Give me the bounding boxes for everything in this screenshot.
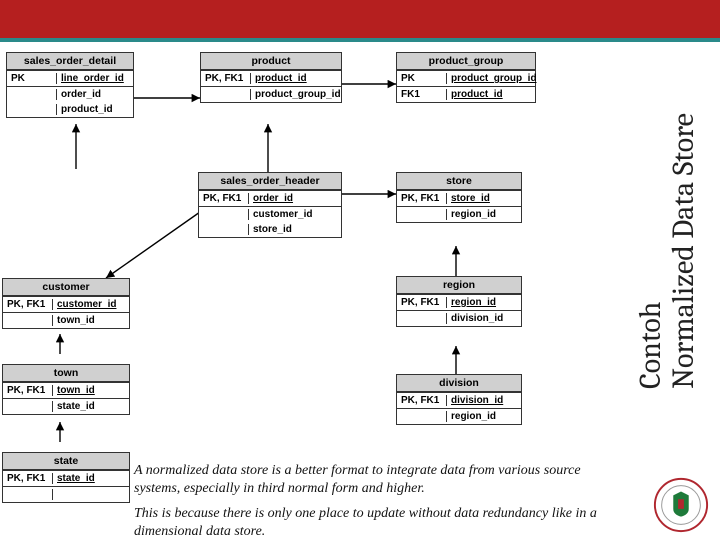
entity-store: store PK, FK1store_id region_id: [396, 172, 522, 223]
title-line2: Normalized Data Store: [666, 113, 701, 389]
entity-title: sales_order_header: [199, 173, 341, 190]
entity-title: division: [397, 375, 521, 392]
page-title: Contoh Normalized Data Store: [622, 44, 712, 458]
header-accent: [0, 38, 720, 42]
entity-title: town: [3, 365, 129, 382]
entity-title: customer: [3, 279, 129, 296]
entity-product-group: product_group PKproduct_group_id FK1prod…: [396, 52, 536, 103]
title-line1: Contoh: [633, 302, 668, 389]
entity-title: store: [397, 173, 521, 190]
entity-customer: customer PK, FK1customer_id town_id: [2, 278, 130, 329]
paragraph-1: A normalized data store is a better form…: [134, 462, 620, 497]
university-logo: [652, 476, 710, 534]
erd-diagram: sales_order_detail PKline_order_id order…: [0, 44, 618, 458]
entity-product: product PK, FK1product_id product_group_…: [200, 52, 342, 103]
entity-title: state: [3, 453, 129, 470]
entity-state: state PK, FK1state_id: [2, 452, 130, 503]
header-bar: [0, 0, 720, 38]
entity-title: sales_order_detail: [7, 53, 133, 70]
entity-sales-order-detail: sales_order_detail PKline_order_id order…: [6, 52, 134, 118]
entity-town: town PK, FK1town_id state_id: [2, 364, 130, 415]
entity-division: division PK, FK1division_id region_id: [396, 374, 522, 425]
entity-title: product_group: [397, 53, 535, 70]
entity-sales-order-header: sales_order_header PK, FK1order_id custo…: [198, 172, 342, 238]
entity-title: region: [397, 277, 521, 294]
ent<entity-region: region PK, FK1region_id division_id: [396, 276, 522, 327]
entity-title: product: [201, 53, 341, 70]
paragraph-2: This is because there is only one place …: [134, 505, 620, 540]
